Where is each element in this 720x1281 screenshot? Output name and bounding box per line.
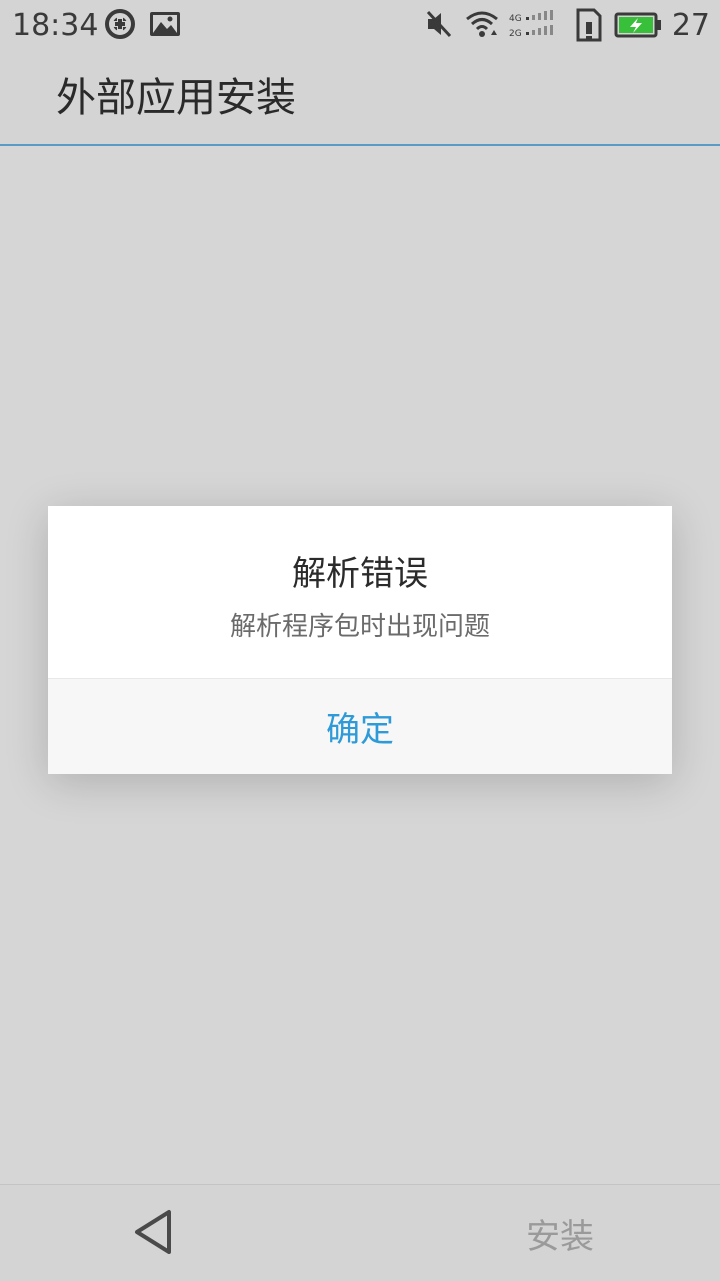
page-title: 外部应用安装 (56, 75, 296, 121)
sim-card-icon (574, 6, 604, 48)
app-header: 外部应用安装 (0, 52, 720, 146)
back-button[interactable] (120, 1199, 190, 1269)
status-time: 18:34 (12, 8, 99, 43)
svg-text:4G: 4G (509, 14, 522, 24)
install-button[interactable]: 安装 (500, 1203, 620, 1263)
bottom-bar: 安装 (0, 1184, 720, 1281)
parse-error-dialog: 解析错误 解析程序包时出现问题 确定 (48, 506, 672, 774)
dialog-title: 解析错误 (292, 554, 428, 594)
confirm-button-label: 确定 (326, 710, 394, 750)
mute-icon (424, 8, 454, 44)
sync-icon (104, 8, 136, 44)
cellular-signal-icon: 4G 2G (508, 10, 564, 44)
svg-text:2G: 2G (509, 29, 522, 39)
image-icon (148, 8, 182, 44)
back-triangle-icon (133, 1208, 177, 1260)
battery-level: 27 (671, 8, 710, 43)
confirm-button[interactable]: 确定 (48, 679, 672, 774)
status-bar: 18:34 4G 2G 27 (0, 0, 720, 52)
dialog-message: 解析程序包时出现问题 (229, 612, 490, 642)
battery-charging-icon (614, 10, 662, 44)
install-button-label: 安装 (526, 1216, 594, 1257)
wifi-icon (464, 8, 500, 44)
